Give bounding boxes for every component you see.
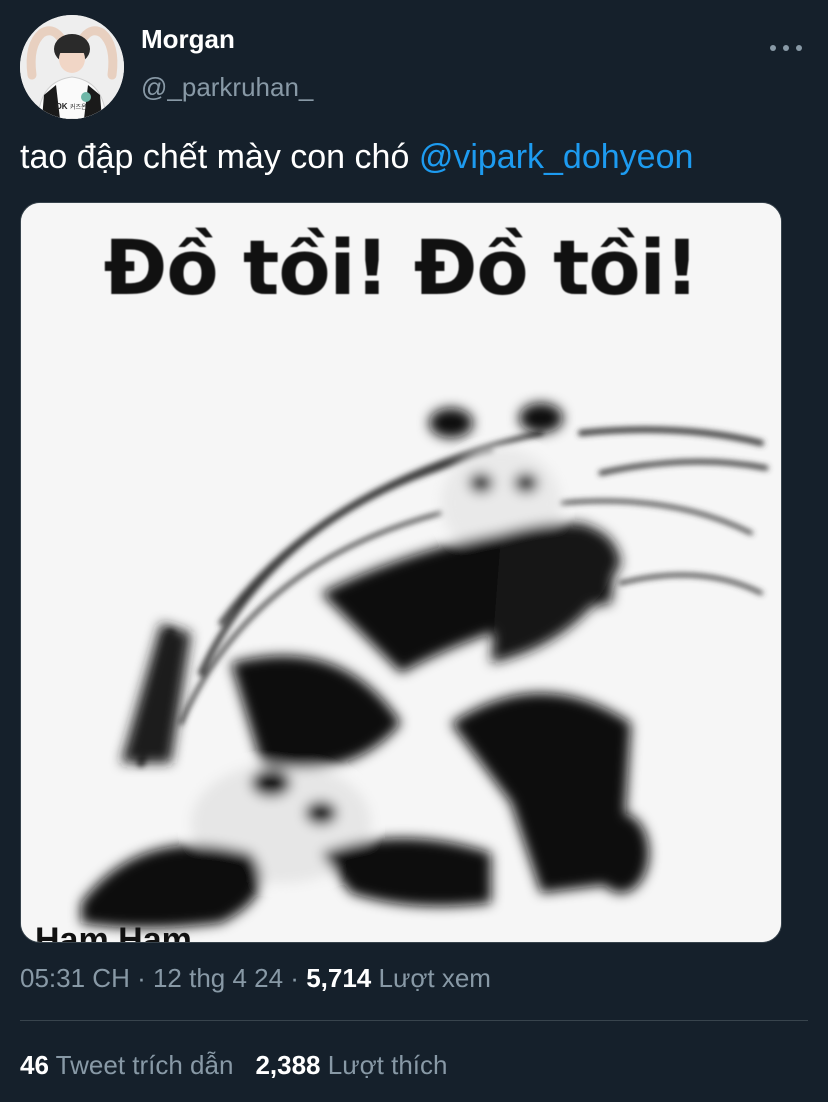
display-name[interactable]: Morgan xyxy=(141,24,235,55)
meta-separator: · xyxy=(283,963,307,993)
panda-meme-image: Ham Ham xyxy=(21,203,781,943)
avatar-jersey-text: DK xyxy=(56,102,68,111)
tweet-body: tao đập chết mày con chó xyxy=(20,138,419,176)
mention-link[interactable]: @vipark_dohyeon xyxy=(419,138,694,176)
avatar-photo: DK 커즈온 xyxy=(20,15,124,119)
quote-tweets-label: Tweet trích dẫn xyxy=(48,1050,234,1080)
user-handle[interactable]: @_parkruhan_ xyxy=(141,72,313,103)
views-label: Lượt xem xyxy=(371,963,491,993)
more-horizontal-icon-dot xyxy=(783,45,789,51)
more-horizontal-icon xyxy=(770,45,776,51)
watermark-text: Ham Ham xyxy=(35,921,192,943)
tweet-date[interactable]: 12 thg 4 24 xyxy=(153,963,283,993)
likes-stat[interactable]: 2,388 Lượt thích xyxy=(255,1050,447,1080)
views-count: 5,714 xyxy=(306,963,372,993)
more-horizontal-icon-dot xyxy=(796,45,802,51)
tweet-stats: 46 Tweet trích dẫn 2,388 Lượt thích xyxy=(20,1050,447,1081)
tweet-meta: 05:31 CH · 12 thg 4 24 · 5,714 Lượt xem xyxy=(20,963,491,994)
meme-caption: Đồ tồi! Đồ tồi! xyxy=(103,223,700,312)
avatar[interactable]: DK 커즈온 xyxy=(20,15,124,119)
tweet: DK 커즈온 Morgan @_parkruhan_ tao đập chết … xyxy=(0,0,828,1102)
meta-separator: · xyxy=(129,963,153,993)
tweet-time[interactable]: 05:31 CH xyxy=(20,963,130,993)
avatar-jersey-name: 커즈온 xyxy=(70,103,87,111)
more-options-button[interactable] xyxy=(768,34,804,62)
quote-tweets-stat[interactable]: 46 Tweet trích dẫn xyxy=(20,1050,233,1080)
divider xyxy=(20,1020,808,1021)
tweet-media-image[interactable]: Ham Ham Đồ tồi! Đồ tồi! xyxy=(20,202,782,943)
tweet-text: tao đập chết mày con chó @vipark_dohyeon xyxy=(20,138,693,177)
quote-tweets-count: 46 xyxy=(20,1050,49,1080)
likes-count: 2,388 xyxy=(255,1050,321,1080)
likes-label: Lượt thích xyxy=(320,1050,448,1080)
